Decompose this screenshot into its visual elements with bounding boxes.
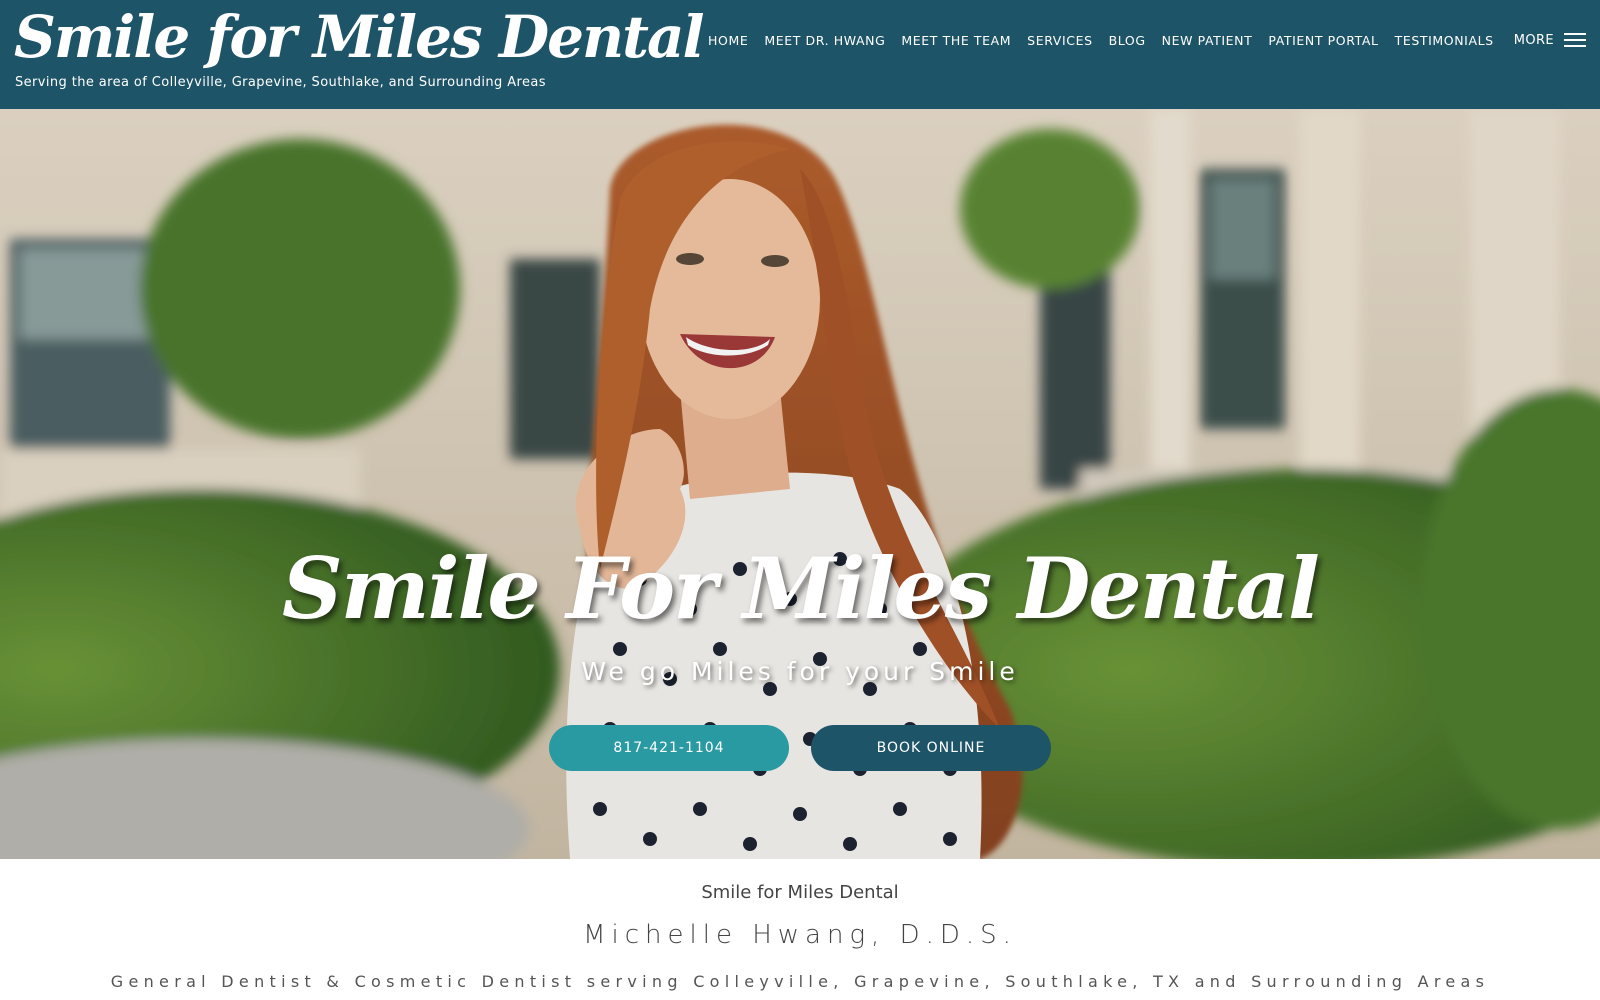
practice-description: General Dentist & Cosmetic Dentist servi… <box>110 972 1490 991</box>
hamburger-menu-icon <box>1564 33 1586 47</box>
hero-title: Smile For Miles Dental <box>282 539 1320 638</box>
nav-item-patient-portal[interactable]: PATIENT PORTAL <box>1268 33 1378 48</box>
site-logo-title[interactable]: Smile for Miles Dental <box>14 2 705 72</box>
site-header: Smile for Miles Dental Serving the area … <box>0 0 1600 109</box>
nav-item-blog[interactable]: BLOG <box>1109 33 1146 48</box>
hero-background-image <box>0 109 1600 859</box>
doctor-name-heading: Michelle Hwang, D.D.S. <box>583 920 1017 950</box>
book-online-button[interactable]: BOOK ONLINE <box>811 725 1051 771</box>
nav-item-meet-the-team[interactable]: MEET THE TEAM <box>901 33 1011 48</box>
nav-item-new-patient[interactable]: NEW PATIENT <box>1162 33 1253 48</box>
practice-name: Smile for Miles Dental <box>701 882 899 903</box>
more-menu-button[interactable]: MORE <box>1514 33 1586 48</box>
nav-item-testimonials[interactable]: TESTIMONIALS <box>1395 33 1494 48</box>
nav-item-home[interactable]: HOME <box>708 33 748 48</box>
main-nav: HOME MEET DR. HWANG MEET THE TEAM SERVIC… <box>692 28 1586 52</box>
hero-section: Smile For Miles Dental We go Miles for y… <box>0 109 1600 859</box>
site-logo-subtitle: Serving the area of Colleyville, Grapevi… <box>15 75 546 90</box>
call-phone-button[interactable]: 817-421-1104 <box>549 725 789 771</box>
nav-item-services[interactable]: SERVICES <box>1027 33 1092 48</box>
nav-item-meet-dr-hwang[interactable]: MEET DR. HWANG <box>764 33 885 48</box>
more-menu-label: MORE <box>1513 32 1554 48</box>
hero-tagline: We go Miles for your Smile <box>581 657 1019 686</box>
